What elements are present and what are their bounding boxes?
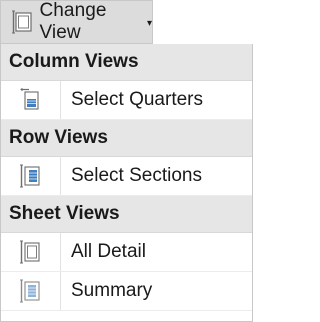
change-view-label: Change View [39, 0, 107, 43]
column-view-icon [1, 81, 61, 119]
menu-item-label: Summary [71, 280, 153, 301]
menu-item-label: Select Sections [71, 165, 202, 186]
change-view-menu: Column Views Select Quarters Row Views S… [0, 44, 253, 322]
section-header-column-views: Column Views [1, 44, 252, 81]
menu-item-all-detail[interactable]: All Detail [1, 233, 252, 272]
menu-item-summary[interactable]: Summary [1, 272, 252, 311]
section-header-row-views: Row Views [1, 120, 252, 157]
sheet-summary-icon [1, 272, 61, 310]
sheet-view-icon [1, 233, 61, 271]
change-view-button[interactable]: Change View ▾ [0, 0, 153, 44]
section-header-sheet-views: Sheet Views [1, 196, 252, 233]
menu-item-label: Select Quarters [71, 89, 203, 110]
menu-item-select-sections[interactable]: Select Sections [1, 157, 252, 196]
menu-item-label: All Detail [71, 241, 146, 262]
row-view-icon [1, 157, 61, 195]
change-view-control: Change View ▾ Column Views Select Quarte… [0, 0, 253, 322]
view-layout-icon [11, 9, 34, 35]
menu-item-select-quarters[interactable]: Select Quarters [1, 81, 252, 120]
chevron-down-icon: ▾ [146, 17, 152, 29]
